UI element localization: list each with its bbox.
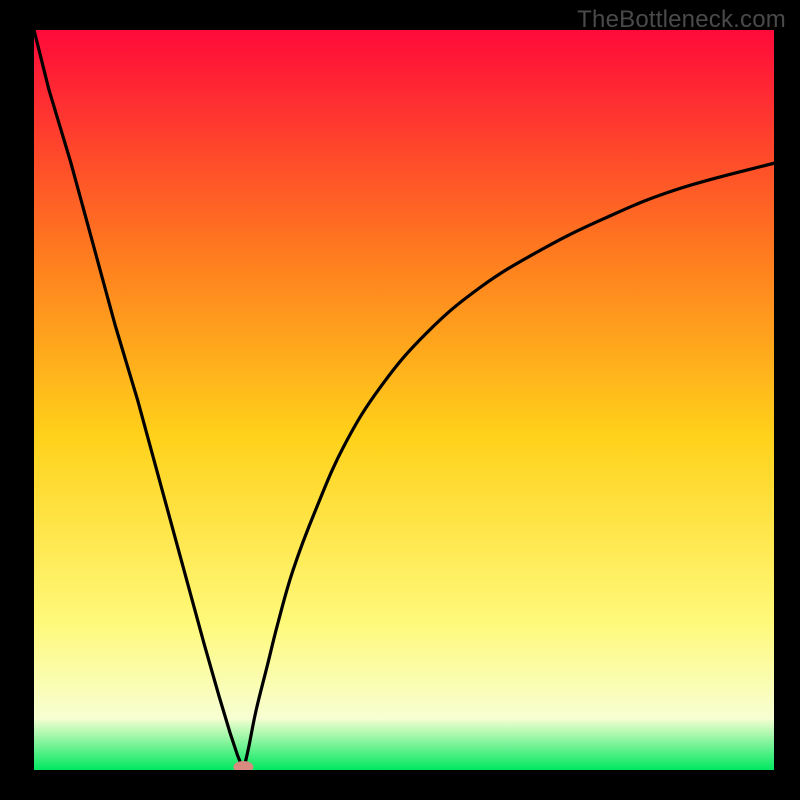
gradient-background bbox=[34, 30, 774, 770]
watermark-text: TheBottleneck.com bbox=[577, 6, 786, 34]
bottleneck-chart bbox=[34, 30, 774, 770]
chart-frame: TheBottleneck.com bbox=[0, 0, 800, 800]
